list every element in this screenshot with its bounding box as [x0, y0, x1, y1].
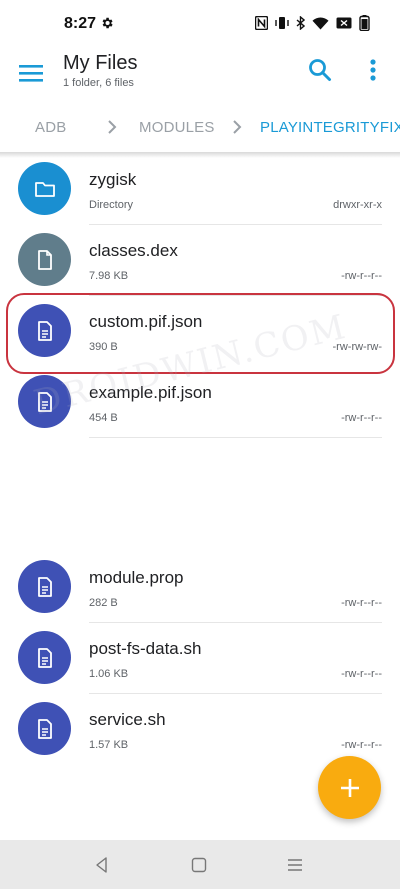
- breadcrumb-playintegrityfix[interactable]: PLAYINTEGRITYFIX: [260, 119, 400, 136]
- list-item[interactable]: post-fs-data.sh 1.06 KB -rw-r--r--: [0, 623, 400, 694]
- row-divider: [89, 437, 382, 438]
- file-meta: 7.98 KB: [89, 270, 129, 282]
- file-permissions: -rw-r--r--: [341, 270, 382, 282]
- hamburger-menu-icon[interactable]: [16, 58, 46, 88]
- file-name: example.pif.json: [89, 383, 212, 402]
- chevron-right-icon: [233, 120, 242, 134]
- file-meta: 282 B: [89, 597, 118, 609]
- file-name: service.sh: [89, 710, 166, 729]
- battery-icon: [359, 15, 370, 31]
- list-item[interactable]: service.sh 1.57 KB -rw-r--r--: [0, 694, 400, 765]
- file-meta: 454 B: [89, 412, 118, 424]
- document-icon: [18, 702, 71, 755]
- status-icons: [255, 15, 370, 31]
- list-item[interactable]: module.prop 282 B -rw-r--r--: [0, 552, 400, 623]
- plus-icon: [340, 778, 359, 797]
- highlight-annotation: [6, 293, 395, 374]
- page-subtitle: 1 folder, 6 files: [63, 77, 134, 89]
- settings-gear-icon: [102, 17, 113, 29]
- status-bar: 8:27: [0, 0, 400, 48]
- file-name: module.prop: [89, 568, 184, 587]
- breadcrumb-modules[interactable]: MODULES: [139, 119, 215, 136]
- app-bar: My Files 1 folder, 6 files: [0, 48, 400, 100]
- vibrate-icon: [275, 17, 289, 29]
- document-icon: [18, 631, 71, 684]
- breadcrumb-adb[interactable]: ADB: [35, 119, 66, 136]
- folder-icon: [18, 162, 71, 215]
- file-permissions: drwxr-xr-x: [333, 199, 382, 211]
- signal-off-icon: [336, 17, 352, 29]
- home-icon[interactable]: [189, 855, 209, 875]
- file-name: zygisk: [89, 170, 137, 189]
- back-icon[interactable]: [92, 855, 112, 875]
- status-time: 8:27: [64, 15, 97, 32]
- list-item[interactable]: classes.dex 7.98 KB -rw-r--r--: [0, 225, 400, 296]
- document-icon: [18, 375, 71, 428]
- list-item[interactable]: example.pif.json 454 B -rw-r--r--: [0, 367, 400, 438]
- file-icon: [18, 233, 71, 286]
- file-permissions: -rw-r--r--: [341, 412, 382, 424]
- search-icon[interactable]: [306, 56, 334, 84]
- file-name: post-fs-data.sh: [89, 639, 202, 658]
- recents-icon[interactable]: [285, 855, 305, 875]
- file-meta: Directory: [89, 199, 134, 211]
- wifi-icon: [312, 17, 329, 29]
- chevron-right-icon: [108, 120, 117, 134]
- file-permissions: -rw-r--r--: [341, 668, 382, 680]
- document-icon: [18, 560, 71, 613]
- file-name: classes.dex: [89, 241, 178, 260]
- file-meta: 1.06 KB: [89, 668, 129, 680]
- navigation-bar: [0, 840, 400, 889]
- bluetooth-icon: [296, 16, 305, 30]
- breadcrumb: ADB MODULES PLAYINTEGRITYFIX: [0, 100, 400, 154]
- file-permissions: -rw-r--r--: [341, 739, 382, 751]
- add-fab-button[interactable]: [318, 756, 381, 819]
- more-vert-icon[interactable]: [362, 56, 384, 84]
- file-permissions: -rw-r--r--: [341, 597, 382, 609]
- list-item[interactable]: zygisk Directory drwxr-xr-x: [0, 154, 400, 225]
- page-title: My Files: [63, 52, 138, 74]
- file-meta: 1.57 KB: [89, 739, 129, 751]
- nfc-icon: [255, 16, 268, 30]
